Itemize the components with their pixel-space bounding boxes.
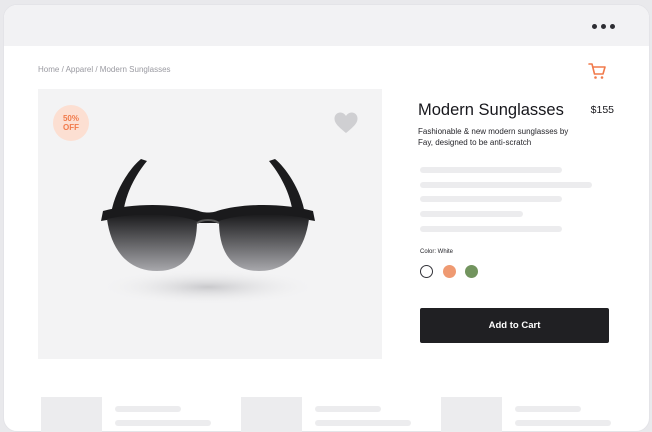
shopping-cart-icon[interactable] (587, 61, 607, 81)
add-to-cart-button[interactable]: Add to Cart (420, 308, 609, 343)
skeleton-line (420, 182, 592, 188)
skeleton-line (315, 420, 411, 426)
sale-badge-off: OFF (63, 123, 79, 132)
color-swatch-white[interactable] (420, 265, 433, 278)
color-swatch-orange[interactable] (443, 265, 456, 278)
skeleton-line (420, 211, 523, 217)
product-title: Modern Sunglasses (418, 101, 564, 119)
skeleton-line (515, 420, 611, 426)
skeleton-line (420, 167, 562, 173)
skeleton-line (315, 406, 381, 412)
product-description: Fashionable & new modern sunglasses by F… (418, 127, 569, 147)
breadcrumb[interactable]: Home / Apparel / Modern Sunglasses (38, 65, 171, 74)
skeleton-line (515, 406, 581, 412)
color-swatch-green[interactable] (465, 265, 478, 278)
related-product-thumbnail[interactable] (241, 397, 302, 432)
heart-icon[interactable] (333, 111, 359, 135)
color-label: Color: White (420, 249, 454, 255)
skeleton-line (115, 420, 211, 426)
skeleton-line (115, 406, 181, 412)
skeleton-line (420, 226, 562, 232)
related-product-thumbnail[interactable] (41, 397, 102, 432)
skeleton-line (420, 196, 562, 202)
top-bar (4, 5, 649, 46)
sunglasses-image (98, 159, 318, 305)
sale-badge-percent: 50% (62, 114, 79, 123)
product-price: $155 (590, 104, 614, 116)
related-product-thumbnail[interactable] (441, 397, 502, 432)
product-image: 50% OFF (38, 89, 382, 359)
more-options-icon[interactable] (592, 22, 616, 30)
sale-badge: 50% OFF (53, 105, 89, 141)
